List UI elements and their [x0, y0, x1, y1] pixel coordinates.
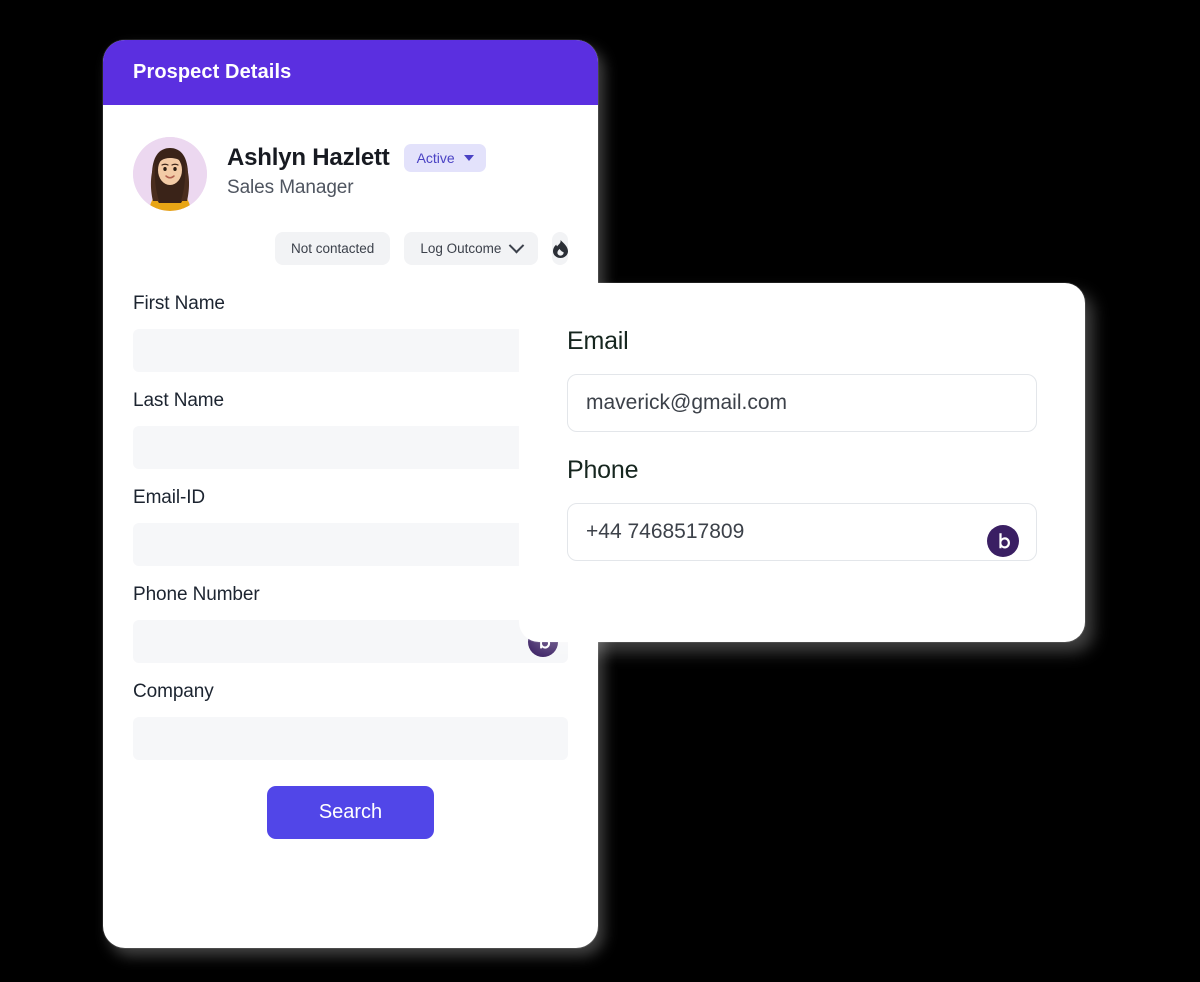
phone-number-input-wrap	[133, 620, 568, 663]
first-name-input[interactable]	[133, 329, 568, 372]
caret-down-icon	[463, 155, 474, 161]
log-outcome-label: Log Outcome	[420, 241, 502, 256]
last-name-input[interactable]	[133, 426, 568, 469]
profile-header: Ashlyn Hazlett Active Sales Manager	[133, 131, 568, 211]
status-badge-label: Active	[416, 150, 455, 166]
email-label-wrap: Email	[567, 327, 1037, 356]
company-input[interactable]	[133, 717, 568, 760]
avatar	[133, 137, 207, 211]
b-logo-glyph	[999, 533, 1010, 549]
page-title: Prospect Details	[133, 61, 292, 83]
flame-button[interactable]	[552, 232, 568, 265]
email-input[interactable]	[567, 374, 1037, 432]
flame-icon	[552, 239, 568, 258]
phone-number-input[interactable]	[133, 620, 568, 663]
page-background: Prospect Details Ashlyn Hazlett Active S…	[0, 0, 1200, 982]
field-company: Company	[133, 681, 568, 760]
phone-label-wrap: Phone	[567, 456, 1037, 485]
email-label: Email	[567, 327, 629, 355]
status-badge[interactable]: Active	[403, 144, 486, 172]
b-logo-icon[interactable]	[987, 525, 1019, 557]
name-line: Ashlyn Hazlett Active	[227, 144, 486, 172]
phone-label: Phone	[567, 456, 639, 484]
prospect-role: Sales Manager	[227, 177, 354, 198]
chevron-down-icon	[509, 237, 525, 254]
email-field	[567, 374, 1037, 432]
first-name-label: First Name	[133, 293, 225, 314]
search-button[interactable]: Search	[266, 786, 435, 839]
phone-field	[567, 503, 1037, 561]
search-row: Search	[133, 786, 568, 839]
company-label: Company	[133, 681, 214, 702]
prospect-name: Ashlyn Hazlett	[227, 144, 390, 171]
last-name-label: Last Name	[133, 390, 224, 411]
field-first-name: First Name	[133, 293, 568, 372]
action-row: Not contacted Log Outcome	[133, 232, 568, 265]
identity-text: Ashlyn Hazlett Active Sales Manager	[227, 137, 486, 199]
field-phone-number: Phone Number	[133, 584, 568, 663]
card-header: Prospect Details	[103, 40, 598, 105]
prospect-form: First Name Last Name Email-ID Phone Numb…	[133, 293, 568, 839]
phone-input[interactable]	[567, 503, 1037, 561]
log-outcome-button[interactable]: Log Outcome	[404, 232, 539, 265]
avatar-photo-icon	[133, 137, 207, 211]
not-contacted-button[interactable]: Not contacted	[275, 232, 391, 265]
phone-number-label: Phone Number	[133, 584, 260, 605]
field-last-name: Last Name	[133, 390, 568, 469]
email-id-input[interactable]	[133, 523, 568, 566]
field-email-id: Email-ID	[133, 487, 568, 566]
contact-details-card: Email Phone	[519, 283, 1085, 642]
email-id-label: Email-ID	[133, 487, 206, 508]
